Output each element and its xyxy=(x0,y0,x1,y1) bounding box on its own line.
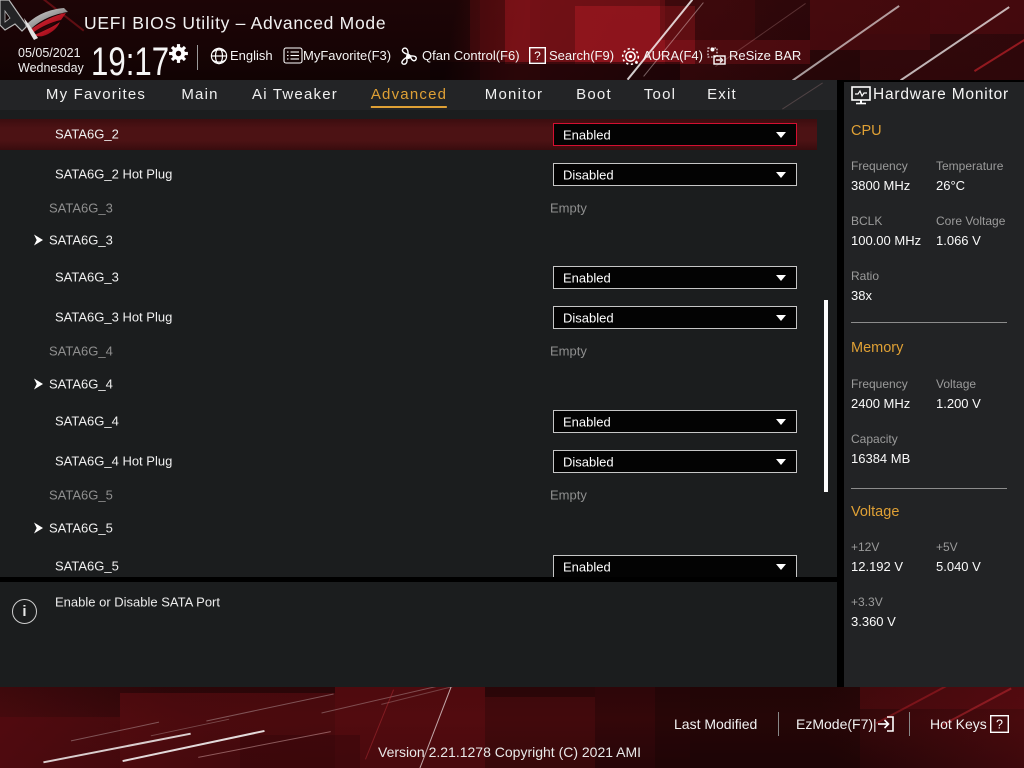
svg-text:?: ? xyxy=(996,718,1003,732)
svg-text:?: ? xyxy=(534,49,541,63)
